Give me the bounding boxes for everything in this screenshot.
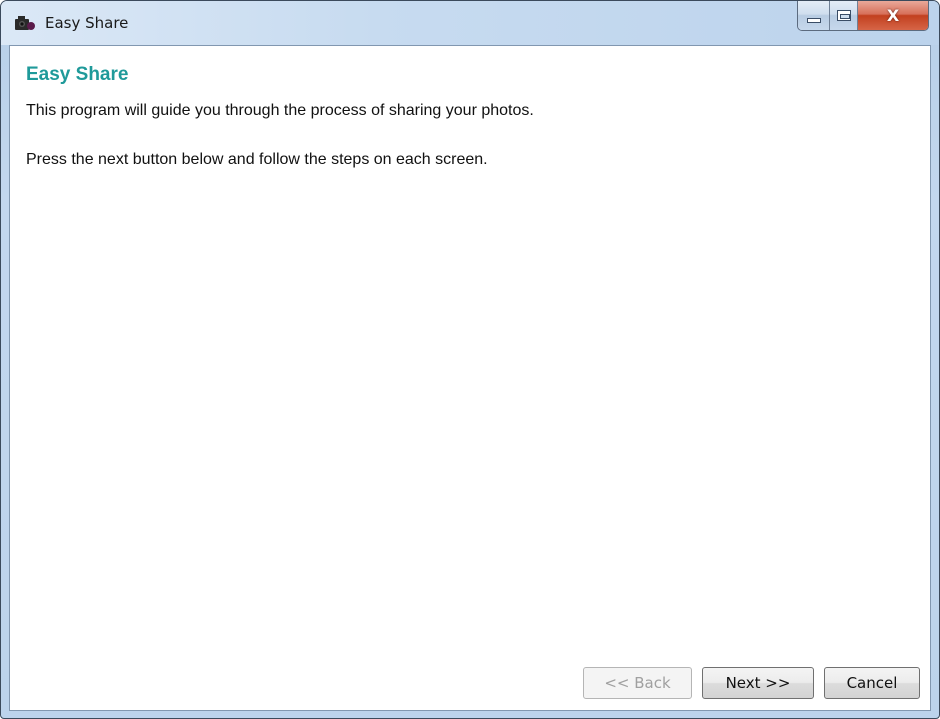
title-bar[interactable]: Easy Share X [1,1,939,45]
maximize-icon [836,10,851,21]
easy-share-window: Easy Share X Easy Share This program wil… [0,0,940,719]
camera-icon [14,13,36,31]
next-button[interactable]: Next >> [702,667,814,699]
wizard-page: Easy Share This program will guide you t… [9,45,931,711]
minimize-icon [806,18,821,23]
close-icon: X [886,6,900,25]
caption-buttons: X [797,1,929,31]
cancel-button[interactable]: Cancel [824,667,920,699]
minimize-button[interactable] [798,1,830,30]
instruction-text: Press the next button below and follow t… [26,151,488,168]
maximize-button[interactable] [830,1,858,30]
window-title: Easy Share [45,14,129,32]
page-heading: Easy Share [26,64,129,85]
back-button[interactable]: << Back [583,667,692,699]
intro-text: This program will guide you through the … [26,102,534,119]
close-button[interactable]: X [858,1,928,30]
